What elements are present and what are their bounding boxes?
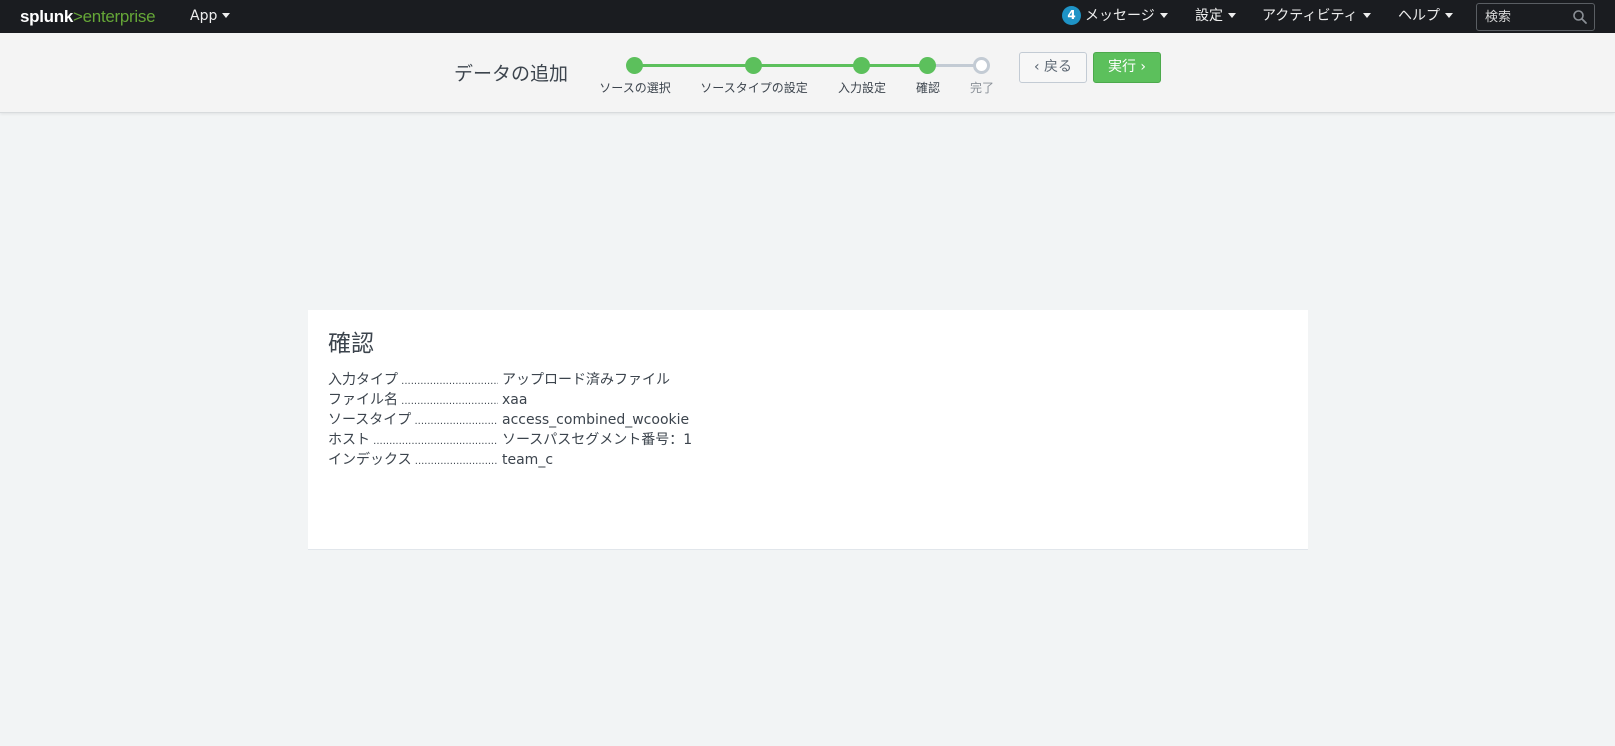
review-value: xaa <box>502 390 528 410</box>
review-row-input-type: 入力タイプ アップロード済みファイル <box>328 370 928 390</box>
chevron-down-icon <box>1159 12 1168 18</box>
review-label: ソースタイプ <box>328 410 498 432</box>
step-dot-3 <box>853 57 870 74</box>
search-input[interactable] <box>1477 4 1567 30</box>
splunk-logo[interactable]: splunk>enterprise <box>20 7 156 27</box>
step-label-done: 完了 <box>969 81 995 95</box>
step-dot-5 <box>973 57 990 74</box>
review-label: ファイル名 <box>328 390 498 412</box>
review-value: team_c <box>502 450 554 470</box>
messages-menu[interactable]: 4 メッセージ <box>1062 0 1168 33</box>
review-row-sourcetype: ソースタイプ access_combined_wcookie <box>328 410 928 430</box>
help-menu[interactable]: ヘルプ <box>1398 0 1453 33</box>
brand-product: enterprise <box>82 7 156 26</box>
review-value: access_combined_wcookie <box>502 410 690 430</box>
back-button-label: 戻る <box>1044 59 1073 75</box>
settings-label: 設定 <box>1195 8 1223 24</box>
wizard-stepper: ソースの選択 ソースタイプの設定 入力設定 確認 完了 <box>0 33 1615 113</box>
activity-label: アクティビティ <box>1262 8 1358 24</box>
step-label-sourcetype: ソースタイプの設定 <box>700 81 808 95</box>
review-label: 入力タイプ <box>328 370 498 392</box>
chevron-left-icon: ‹ <box>1033 59 1040 75</box>
review-label: インデックス <box>328 450 498 472</box>
settings-menu[interactable]: 設定 <box>1195 0 1236 33</box>
search-box <box>1476 3 1595 31</box>
step-label-review: 確認 <box>915 81 941 95</box>
review-row-index: インデックス team_c <box>328 450 928 470</box>
review-value: ソースパスセグメント番号：1 <box>502 430 693 450</box>
messages-count-badge: 4 <box>1062 5 1081 25</box>
step-dot-4 <box>919 57 936 74</box>
back-button[interactable]: ‹ 戻る <box>1019 52 1087 83</box>
review-row-host: ホスト ソースパスセグメント番号：1 <box>328 430 928 450</box>
brand-main: splunk <box>20 7 73 26</box>
chevron-right-icon: › <box>1140 59 1147 75</box>
review-panel: 確認 入力タイプ アップロード済みファイル ファイル名 xaa ソースタイプ a… <box>308 310 1308 550</box>
step-connector <box>634 64 754 67</box>
search-icon[interactable] <box>1572 9 1588 25</box>
step-label-input-settings: 入力設定 <box>837 81 887 95</box>
top-nav-bar: splunk>enterprise App 4 メッセージ 設定 アクティビティ … <box>0 0 1615 33</box>
review-value: アップロード済みファイル <box>502 370 670 390</box>
review-row-file-name: ファイル名 xaa <box>328 390 928 410</box>
app-menu-label: App <box>190 8 218 24</box>
chevron-down-icon <box>222 12 231 18</box>
wizard-header: データの追加 ソースの選択 ソースタイプの設定 入力設定 確認 完了 ‹ 戻る … <box>0 33 1615 113</box>
step-connector <box>754 64 862 67</box>
chevron-down-icon <box>1362 12 1371 18</box>
step-dot-1 <box>626 57 643 74</box>
app-menu[interactable]: App <box>190 0 231 33</box>
brand-gt: > <box>73 7 83 26</box>
chevron-down-icon <box>1445 12 1453 18</box>
messages-label: メッセージ <box>1085 8 1155 24</box>
run-button-label: 実行 <box>1107 59 1136 75</box>
step-dot-2 <box>745 57 762 74</box>
step-label-source: ソースの選択 <box>599 81 671 95</box>
activity-menu[interactable]: アクティビティ <box>1262 0 1371 33</box>
review-title: 確認 <box>328 331 374 357</box>
chevron-down-icon <box>1228 12 1236 18</box>
help-label: ヘルプ <box>1398 8 1440 24</box>
review-label: ホスト <box>328 430 498 452</box>
run-button[interactable]: 実行 › <box>1093 52 1161 83</box>
review-list: 入力タイプ アップロード済みファイル ファイル名 xaa ソースタイプ acce… <box>328 370 928 470</box>
